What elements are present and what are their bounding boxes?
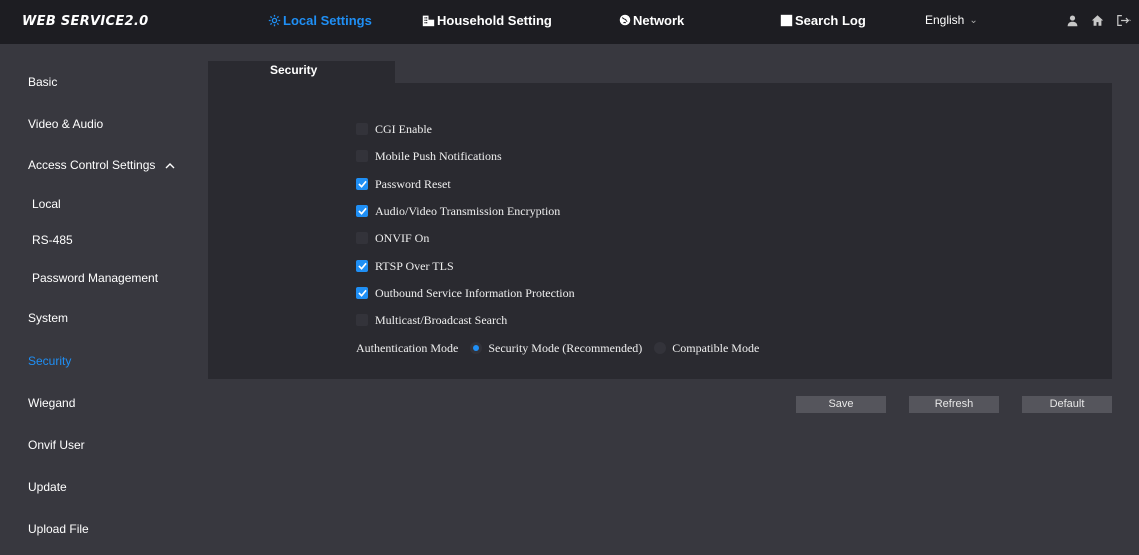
top-bar: WEB SERVICE2.0 Local Settings Household …: [0, 0, 1139, 44]
sidebar-item-label: Password Management: [32, 271, 159, 285]
top-icons: [1066, 0, 1131, 40]
nav-local-settings[interactable]: Local Settings: [268, 0, 372, 42]
sidebar-item-label: System: [28, 311, 69, 325]
option-cgi-enable[interactable]: CGI Enable: [356, 120, 432, 138]
option-rtsp-over-tls[interactable]: RTSP Over TLS: [356, 257, 454, 275]
sidebar-item-security[interactable]: Security: [0, 341, 196, 381]
sidebar-item-rs-485[interactable]: RS-485: [0, 220, 196, 260]
security-mode-label[interactable]: Security Mode (Recommended): [488, 341, 642, 356]
gear-icon: [268, 14, 281, 27]
nav-household-setting[interactable]: Household Setting: [422, 0, 552, 42]
nav-network-label: Network: [633, 12, 685, 28]
compatible-mode-label[interactable]: Compatible Mode: [672, 341, 759, 356]
sidebar-item-password-management[interactable]: Password Management: [0, 258, 196, 298]
option-multicast-search[interactable]: Multicast/Broadcast Search: [356, 311, 507, 329]
option-label: Mobile Push Notifications: [375, 148, 502, 163]
sidebar-item-access-control-settings[interactable]: Access Control Settings: [0, 145, 196, 185]
option-onvif-on[interactable]: ONVIF On: [356, 229, 429, 247]
option-label: Audio/Video Transmission Encryption: [375, 203, 561, 218]
option-label: ONVIF On: [375, 230, 430, 245]
security-mode-radio[interactable]: [470, 342, 483, 354]
sidebar-item-label: Access Control Settings: [28, 158, 156, 172]
sidebar-item-label: Wiegand: [28, 396, 76, 410]
av-encryption-checkbox[interactable]: [356, 205, 368, 217]
sidebar-item-upload-file[interactable]: Upload File: [0, 509, 196, 549]
sidebar: Basic Video & Audio Access Control Setti…: [0, 44, 196, 555]
sidebar-item-wiegand[interactable]: Wiegand: [0, 383, 196, 423]
authentication-mode: Authentication Mode Security Mode (Recom…: [356, 339, 759, 357]
compatible-mode-radio[interactable]: [654, 342, 667, 354]
app-logo: WEB SERVICE2.0: [22, 14, 149, 29]
sidebar-item-update[interactable]: Update: [0, 467, 196, 507]
sidebar-item-onvif-user[interactable]: Onvif User: [0, 425, 196, 465]
check-icon: [357, 207, 367, 215]
default-button[interactable]: Default: [1022, 396, 1112, 413]
sidebar-item-video-audio[interactable]: Video & Audio: [0, 104, 196, 144]
rtsp-over-tls-checkbox[interactable]: [356, 260, 368, 272]
option-mobile-push[interactable]: Mobile Push Notifications: [356, 147, 502, 165]
option-label: Multicast/Broadcast Search: [375, 312, 508, 327]
building-icon: [422, 14, 435, 27]
nav-search-log-label: Search Log: [795, 12, 866, 28]
onvif-on-checkbox[interactable]: [356, 232, 368, 244]
sidebar-item-basic[interactable]: Basic: [0, 62, 196, 102]
tab-security[interactable]: Security: [208, 61, 395, 83]
outbound-protection-checkbox[interactable]: [356, 287, 368, 299]
option-label: CGI Enable: [375, 121, 432, 136]
multicast-search-checkbox[interactable]: [356, 314, 368, 326]
chevron-up-icon: [165, 162, 175, 169]
check-icon: [357, 289, 367, 297]
sidebar-item-system[interactable]: System: [0, 298, 196, 338]
language-select[interactable]: English ⌄: [925, 0, 978, 42]
sidebar-item-label: Video & Audio: [28, 117, 104, 131]
security-panel: CGI Enable Mobile Push Notifications Pas…: [208, 83, 1112, 379]
sidebar-item-label: RS-485: [32, 233, 73, 247]
nav-local-settings-label: Local Settings: [283, 12, 372, 28]
password-reset-checkbox[interactable]: [356, 178, 368, 190]
check-icon: [357, 262, 367, 270]
sidebar-item-label: Security: [28, 354, 72, 368]
cgi-enable-checkbox[interactable]: [356, 123, 368, 135]
authentication-mode-label: Authentication Mode: [356, 340, 459, 355]
option-label: Password Reset: [375, 176, 451, 191]
option-outbound-protection[interactable]: Outbound Service Information Protection: [356, 284, 575, 302]
nav-search-log[interactable]: Search Log: [780, 0, 866, 42]
sidebar-item-label: Update: [28, 480, 67, 494]
mobile-push-checkbox[interactable]: [356, 150, 368, 162]
sidebar-item-label: Basic: [28, 75, 58, 89]
refresh-button[interactable]: Refresh: [909, 396, 999, 413]
sidebar-item-label: Onvif User: [28, 438, 85, 452]
logout-icon[interactable]: [1116, 14, 1131, 27]
sidebar-item-local[interactable]: Local: [0, 184, 196, 224]
nav-network[interactable]: Network: [619, 0, 684, 42]
chevron-down-icon: ⌄: [969, 14, 978, 26]
sidebar-item-label: Upload File: [28, 522, 89, 536]
user-icon[interactable]: [1066, 14, 1079, 27]
document-icon: [780, 14, 793, 27]
check-icon: [357, 180, 367, 188]
sidebar-item-label: Local: [32, 197, 61, 211]
option-label: Outbound Service Information Protection: [375, 285, 575, 300]
option-password-reset[interactable]: Password Reset: [356, 175, 451, 193]
option-label: RTSP Over TLS: [375, 258, 454, 273]
globe-icon: [619, 14, 631, 26]
nav-household-setting-label: Household Setting: [437, 12, 552, 28]
save-button[interactable]: Save: [796, 396, 886, 413]
option-av-encryption[interactable]: Audio/Video Transmission Encryption: [356, 202, 560, 220]
home-icon[interactable]: [1091, 14, 1104, 27]
language-label: English: [925, 13, 965, 27]
